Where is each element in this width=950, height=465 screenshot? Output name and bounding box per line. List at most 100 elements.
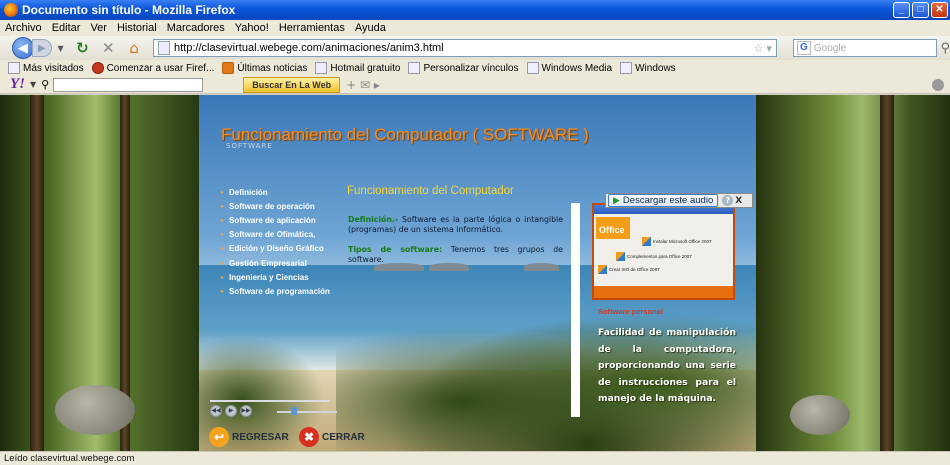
bookmark-windows[interactable]: Windows xyxy=(620,62,676,74)
arrow-icon: ▸ xyxy=(221,274,225,281)
menu-item-ingenieria-ciencias[interactable]: ▸ Ingeniería y Ciencias xyxy=(221,270,330,284)
page-title: Funcionamiento del Computador ( SOFTWARE… xyxy=(221,125,589,144)
bookmark-mas-visitados[interactable]: Más visitados xyxy=(8,62,84,74)
office-option-label: Instalar Microsoft Office 2007 xyxy=(653,239,712,244)
toolbar-extra-icon[interactable]: + ✉ ▸ xyxy=(346,78,380,92)
menu-ver[interactable]: Ver xyxy=(85,22,112,34)
download-audio-button[interactable]: ▶ Descargar este audio xyxy=(608,194,719,207)
office-option: Complementos para Office 2007 xyxy=(616,252,692,261)
yahoo-search-button[interactable]: Buscar En La Web xyxy=(243,76,341,93)
bookmarks-bar: Más visitados Comenzar a usar Firef... Ú… xyxy=(0,60,950,76)
navigation-toolbar: ◀ ▶ ▼ ↻ ✕ ⌂ http://clasevirtual.webege.c… xyxy=(0,36,950,60)
regresar-button[interactable]: ↩ REGRESAR xyxy=(209,427,289,447)
menu-yahoo[interactable]: Yahoo! xyxy=(230,22,274,34)
bookmark-label: Hotmail gratuito xyxy=(330,62,401,74)
arrow-icon: ▸ xyxy=(221,288,225,295)
types-label: Tipos de software: xyxy=(348,245,443,254)
volume-knob[interactable] xyxy=(291,407,297,415)
menu-item-software-aplicacion[interactable]: ▸ Software de aplicación xyxy=(221,213,330,227)
yahoo-search-input[interactable] xyxy=(53,77,204,92)
firefox-icon xyxy=(4,3,18,17)
bookmark-windows-media[interactable]: Windows Media xyxy=(526,62,612,74)
menu-marcadores[interactable]: Marcadores xyxy=(162,22,230,34)
menu-ayuda[interactable]: Ayuda xyxy=(350,22,391,34)
page-icon xyxy=(315,62,328,74)
bookmark-hotmail[interactable]: Hotmail gratuito xyxy=(315,62,400,74)
download-audio-label: Descargar este audio xyxy=(622,195,714,206)
close-icon[interactable]: X xyxy=(735,196,742,206)
menu-item-label: Edición y Diseño Gráfico xyxy=(229,244,324,254)
regresar-label: REGRESAR xyxy=(232,431,289,443)
menu-item-software-operacion[interactable]: ▸ Software de operación xyxy=(221,199,330,213)
rock xyxy=(790,395,850,435)
office-icon xyxy=(616,252,625,261)
office-installer-image: Office Instalar Microsoft Office 2007 Co… xyxy=(592,203,735,300)
google-icon[interactable]: G xyxy=(796,41,811,55)
menu-item-label: Software de aplicación xyxy=(229,215,316,225)
progress-bar[interactable] xyxy=(210,400,330,402)
flash-animation: Funcionamiento del Computador ( SOFTWARE… xyxy=(199,95,756,451)
settings-icon[interactable] xyxy=(932,79,944,91)
url-text: http://clasevirtual.webege.com/animacion… xyxy=(173,42,444,54)
back-arrow-icon: ↩ xyxy=(209,427,229,447)
media-controls: ◀◀ ▶ ▶▶ xyxy=(210,405,252,417)
history-dropdown-icon[interactable]: ▼ xyxy=(56,44,66,53)
home-icon[interactable]: ⌂ xyxy=(124,38,144,58)
close-window-button[interactable]: ✕ xyxy=(931,2,948,18)
arrow-icon: ▸ xyxy=(221,217,225,224)
bookmark-label: Últimas noticias xyxy=(237,62,308,74)
office-icon xyxy=(598,265,607,274)
back-button[interactable]: ◀ xyxy=(12,37,34,59)
chevron-down-icon[interactable]: ▼ xyxy=(30,80,36,89)
maximize-button[interactable]: □ xyxy=(912,2,929,18)
menu-item-definicion[interactable]: ▸ Definición xyxy=(221,185,330,199)
menu-item-label: Software de operación xyxy=(229,201,315,211)
status-bar: Leído clasevirtual.webege.com xyxy=(0,451,950,465)
menu-bar: Archivo Editar Ver Historial Marcadores … xyxy=(0,20,950,36)
search-placeholder: Google xyxy=(813,42,847,54)
url-bar[interactable]: http://clasevirtual.webege.com/animacion… xyxy=(152,39,777,57)
forward-icon[interactable]: ▶▶ xyxy=(240,405,252,417)
menu-archivo[interactable]: Archivo xyxy=(0,22,47,34)
bookmark-ultimas-noticias[interactable]: Últimas noticias xyxy=(222,62,307,74)
installer-footer xyxy=(594,286,733,298)
page-icon xyxy=(526,62,539,74)
bookmark-comenzar[interactable]: Comenzar a usar Firef... xyxy=(91,62,215,74)
help-icon[interactable]: ? xyxy=(722,195,734,206)
bookmark-personalizar[interactable]: Personalizar vínculos xyxy=(408,62,519,74)
close-icon: ✖ xyxy=(299,427,319,447)
window-controls: _ □ ✕ xyxy=(893,2,948,18)
rewind-icon[interactable]: ◀◀ xyxy=(210,405,222,417)
bookmark-label: Más visitados xyxy=(23,62,84,74)
bookmark-star-icon[interactable]: ☆ ▾ xyxy=(753,42,775,55)
menu-herramientas[interactable]: Herramientas xyxy=(274,22,350,34)
minimize-button[interactable]: _ xyxy=(893,2,910,18)
menu-item-label: Gestión Empresarial xyxy=(229,258,307,268)
cerrar-button[interactable]: ✖ CERRAR xyxy=(299,427,365,447)
page-icon xyxy=(157,41,170,55)
forward-button[interactable]: ▶ xyxy=(31,39,52,57)
reload-icon[interactable]: ↻ xyxy=(73,38,93,58)
jungle-background-right xyxy=(755,95,950,451)
yahoo-logo[interactable]: Y! xyxy=(10,76,25,93)
menu-item-gestion-empresarial[interactable]: ▸ Gestión Empresarial xyxy=(221,256,330,270)
volume-slider[interactable] xyxy=(277,411,337,413)
search-go-icon[interactable]: ⚲ xyxy=(941,41,950,56)
menu-item-software-ofimatica[interactable]: ▸ Software de Ofimática, xyxy=(221,228,330,242)
office-option: Crear ISO de Office 2007 xyxy=(598,265,660,274)
menu-item-edicion-diseno[interactable]: ▸ Edición y Diseño Gráfico xyxy=(221,242,330,256)
rss-icon xyxy=(222,62,235,74)
stop-icon[interactable]: ✕ xyxy=(98,38,118,58)
menu-item-software-programacion[interactable]: ▸ Software de programación xyxy=(221,284,330,298)
bookmark-label: Windows xyxy=(635,62,676,74)
menu-historial[interactable]: Historial xyxy=(112,22,162,34)
menu-editar[interactable]: Editar xyxy=(47,22,86,34)
arrow-icon: ▸ xyxy=(221,189,225,196)
search-box[interactable]: G Google xyxy=(792,39,937,57)
tree-trunk xyxy=(880,95,894,451)
page-icon xyxy=(620,62,633,74)
arrow-icon: ▸ xyxy=(221,232,225,239)
bookmark-label: Comenzar a usar Firef... xyxy=(106,62,215,74)
play-icon[interactable]: ▶ xyxy=(225,405,237,417)
arrow-icon: ▸ xyxy=(221,203,225,210)
